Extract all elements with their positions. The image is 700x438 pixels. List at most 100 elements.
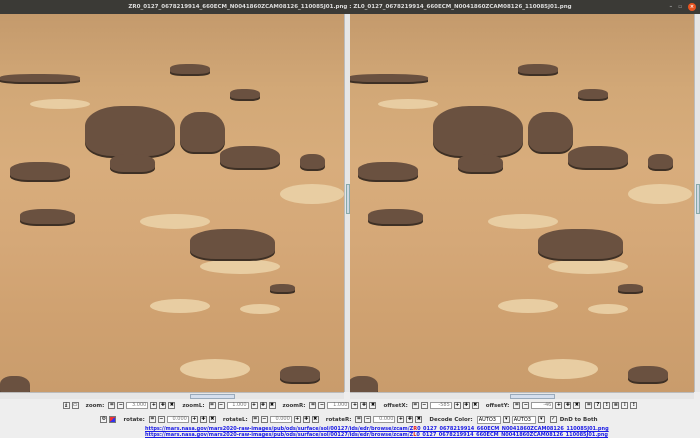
offsetY-label: offsetY: bbox=[485, 402, 510, 409]
rock bbox=[110, 154, 155, 172]
dnd-to-both-label: DnD to Both bbox=[559, 416, 598, 423]
rotate-increase-button[interactable]: + bbox=[190, 416, 198, 423]
offsetX-decrease-button[interactable]: − bbox=[420, 402, 428, 409]
zoomL-increase-fast-button[interactable]: ✚ bbox=[259, 402, 267, 409]
offsetY-increase-button[interactable]: + bbox=[555, 402, 563, 409]
offsetX-reset-button[interactable]: ✖ bbox=[471, 402, 479, 409]
rotateL-input[interactable]: 0.000 bbox=[269, 416, 292, 423]
decode-color-label: Decode Color: bbox=[429, 416, 473, 423]
rock bbox=[368, 209, 423, 224]
sand-highlight bbox=[588, 304, 628, 314]
rotateR-increase-button[interactable]: + bbox=[397, 416, 405, 423]
rock bbox=[578, 89, 608, 99]
sand-highlight bbox=[200, 259, 280, 274]
right-image-pane[interactable] bbox=[350, 14, 694, 392]
rotateL-increase-fast-button[interactable]: ✚ bbox=[302, 416, 310, 423]
offsetY-increase-fast-button[interactable]: ✚ bbox=[564, 402, 572, 409]
zoomR-input[interactable]: 1.000 bbox=[327, 402, 350, 409]
rock bbox=[0, 74, 80, 82]
fit-icon[interactable]: ▭ bbox=[71, 402, 79, 409]
zoomR-increase-fast-button[interactable]: ✚ bbox=[360, 402, 368, 409]
layout-icon-1[interactable]: ⁝ bbox=[603, 402, 611, 409]
download-icon[interactable]: ⤓ bbox=[62, 402, 70, 409]
color-icon[interactable] bbox=[109, 416, 117, 423]
zoomL-decrease-button[interactable]: − bbox=[217, 402, 225, 409]
rock bbox=[190, 229, 275, 259]
decode-color-left-select[interactable]: AUTO3 bbox=[476, 415, 501, 424]
zoomR-increase-button[interactable]: + bbox=[351, 402, 359, 409]
rock bbox=[350, 74, 428, 82]
rotateR-decrease-fast-button[interactable]: = bbox=[355, 416, 363, 423]
settings-icon[interactable]: ⚙ bbox=[100, 416, 108, 423]
rotate-decrease-button[interactable]: − bbox=[157, 416, 165, 423]
rotateL-decrease-fast-button[interactable]: = bbox=[251, 416, 259, 423]
equal-icon[interactable]: = bbox=[585, 402, 593, 409]
rock bbox=[433, 106, 523, 156]
rotate-decrease-fast-button[interactable]: = bbox=[148, 416, 156, 423]
chevron-down-icon[interactable]: ▾ bbox=[537, 416, 545, 423]
rotateL-increase-button[interactable]: + bbox=[293, 416, 301, 423]
rotateL-decrease-button[interactable]: − bbox=[260, 416, 268, 423]
zoomL-decrease-fast-button[interactable]: = bbox=[208, 402, 216, 409]
left-horizontal-scrollbar[interactable] bbox=[0, 392, 344, 399]
offsetX-label: offsetX: bbox=[383, 402, 408, 409]
rock bbox=[20, 209, 75, 224]
right-vertical-scrollbar[interactable] bbox=[694, 14, 700, 392]
zoomL-input[interactable]: 1.000 bbox=[226, 402, 249, 409]
offsetY-decrease-fast-button[interactable]: = bbox=[513, 402, 521, 409]
rock bbox=[528, 112, 573, 152]
sand-highlight bbox=[30, 99, 90, 109]
rock bbox=[280, 366, 320, 382]
sand-highlight bbox=[150, 299, 210, 313]
zoom-decrease-fast-button[interactable]: = bbox=[108, 402, 116, 409]
zoomR-decrease-fast-button[interactable]: = bbox=[309, 402, 317, 409]
left-image-pane[interactable] bbox=[0, 14, 344, 392]
offsetY-input[interactable]: -46 bbox=[531, 402, 554, 409]
right-horizontal-scrollbar[interactable] bbox=[350, 392, 694, 399]
zoomR-decrease-button[interactable]: − bbox=[318, 402, 326, 409]
rotateR-input[interactable]: 0.000 bbox=[373, 416, 396, 423]
sand-highlight bbox=[280, 184, 344, 204]
offsetY-reset-button[interactable]: ✖ bbox=[573, 402, 581, 409]
zoomR-reset-button[interactable]: ✖ bbox=[369, 402, 377, 409]
zoom-reset-button[interactable]: ✖ bbox=[168, 402, 176, 409]
decode-color-right-select[interactable]: AUTO3 bbox=[511, 415, 536, 424]
zoom-increase-button[interactable]: + bbox=[150, 402, 158, 409]
chevron-down-icon[interactable]: ▾ bbox=[502, 416, 510, 423]
zoom-input[interactable]: 3.000 bbox=[126, 402, 149, 409]
dnd-to-both-checkbox[interactable]: ✓ bbox=[549, 416, 557, 423]
rotateL-reset-button[interactable]: ✖ bbox=[311, 416, 319, 423]
layout-icon-4[interactable]: ⁝ bbox=[630, 402, 638, 409]
zoomL-reset-button[interactable]: ✖ bbox=[268, 402, 276, 409]
rotateL-label: rotateL: bbox=[222, 416, 248, 423]
rock bbox=[180, 112, 225, 152]
sand-highlight bbox=[488, 214, 558, 229]
offsetX-input[interactable]: -585 bbox=[429, 402, 452, 409]
rock bbox=[270, 284, 295, 292]
rock bbox=[85, 106, 175, 156]
offsetX-increase-button[interactable]: + bbox=[453, 402, 461, 409]
rotateR-reset-button[interactable]: ✖ bbox=[415, 416, 423, 423]
layout-icon-3[interactable]: ⁞ bbox=[621, 402, 629, 409]
toolbar-row-2: ⚙ rotate: = −0.000 + ✚ ✖ rotateL: = −0.000 + ✚ ✖… bbox=[0, 415, 700, 424]
zoom-increase-fast-button[interactable]: ✚ bbox=[159, 402, 167, 409]
offsetY-decrease-button[interactable]: − bbox=[522, 402, 530, 409]
sand-highlight bbox=[628, 184, 692, 204]
layout-icon-2[interactable]: ≡ bbox=[612, 402, 620, 409]
close-button[interactable]: × bbox=[688, 3, 696, 11]
rotateR-increase-fast-button[interactable]: ✚ bbox=[406, 416, 414, 423]
zoom-decrease-button[interactable]: − bbox=[117, 402, 125, 409]
rotate-input[interactable]: 0.000 bbox=[166, 416, 189, 423]
left-image-url[interactable]: https://mars.nasa.gov/mars2020-raw-image… bbox=[145, 432, 608, 438]
offsetX-decrease-fast-button[interactable]: = bbox=[411, 402, 419, 409]
offsetX-increase-fast-button[interactable]: ✚ bbox=[462, 402, 470, 409]
sand-highlight bbox=[528, 359, 598, 379]
maximize-button[interactable]: ▫ bbox=[678, 0, 682, 14]
rotate-increase-fast-button[interactable]: ✚ bbox=[199, 416, 207, 423]
minimize-button[interactable]: – bbox=[670, 0, 673, 14]
zoomL-increase-button[interactable]: + bbox=[250, 402, 258, 409]
rock bbox=[350, 376, 378, 392]
help-icon[interactable]: ? bbox=[594, 402, 602, 409]
rotateR-decrease-button[interactable]: − bbox=[364, 416, 372, 423]
rotate-reset-button[interactable]: ✖ bbox=[208, 416, 216, 423]
